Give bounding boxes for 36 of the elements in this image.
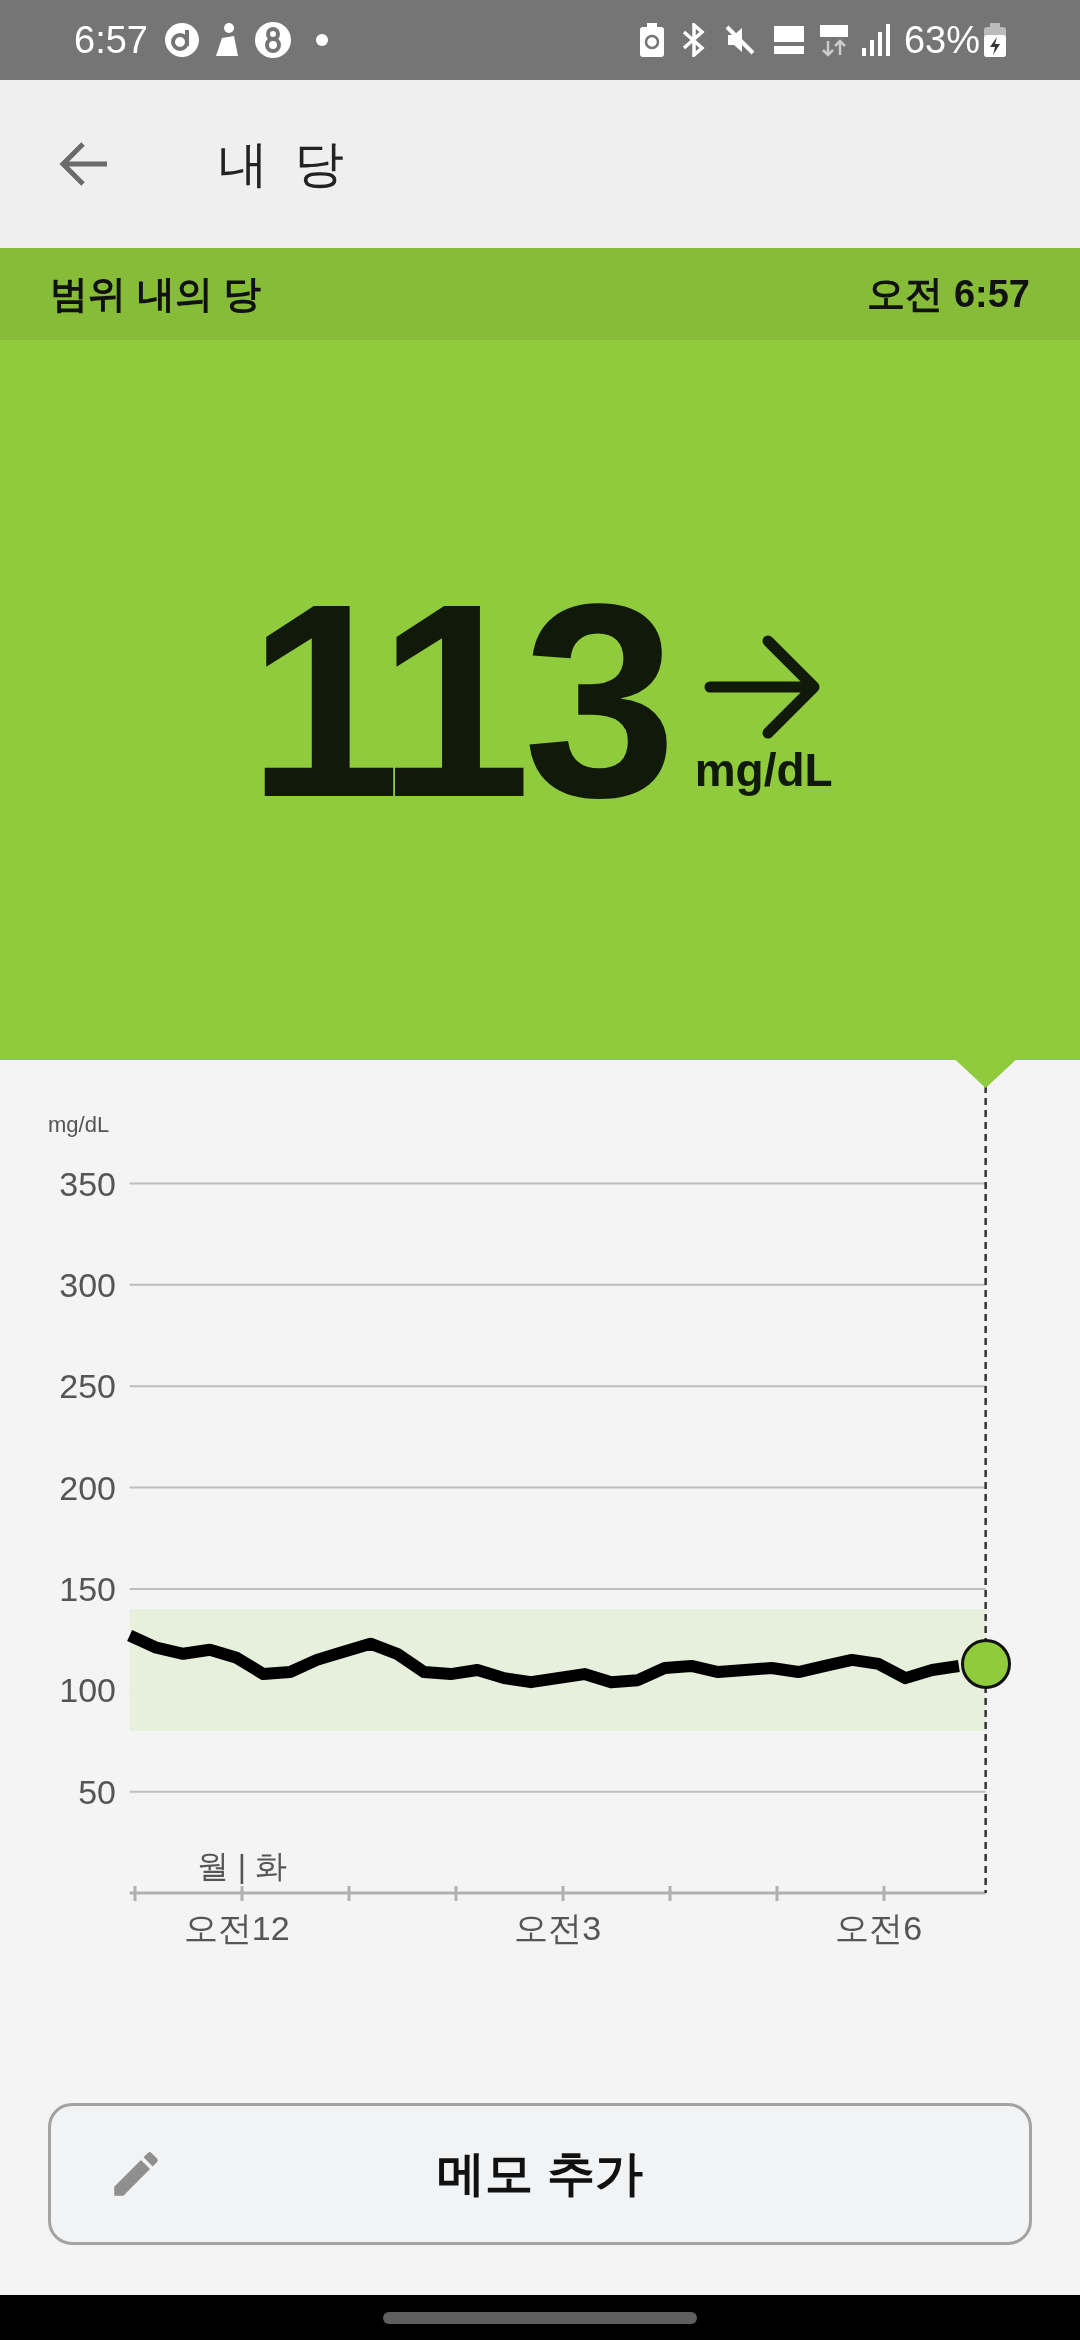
axis-tick-label: 50 <box>78 1772 116 1811</box>
axis-tick-label: 150 <box>59 1569 116 1608</box>
axis-tick <box>347 1886 351 1901</box>
mute-icon <box>723 24 756 56</box>
axis-tick-label: 오전3 <box>514 1909 602 1947</box>
range-status-label: 범위 내의 당 <box>50 271 262 317</box>
page-title: 내 당 <box>218 134 350 194</box>
home-handle[interactable] <box>383 2311 697 2324</box>
axis-tick-label: 오전12 <box>183 1909 290 1947</box>
axis-tick-label: 350 <box>59 1164 116 1203</box>
axis-tick-label: 250 <box>59 1367 116 1406</box>
app-icon <box>163 22 200 58</box>
axis-tick-label: 오전6 <box>835 1909 923 1947</box>
signal-icon <box>861 24 892 56</box>
axis-tick-label: 200 <box>59 1468 116 1507</box>
battery-saver-icon <box>639 23 664 57</box>
axis-tick <box>882 1886 886 1901</box>
reading-time: 오전 6:57 <box>867 271 1030 317</box>
axis-tick <box>454 1886 458 1901</box>
add-memo-button[interactable]: 메모 추가 <box>48 2103 1032 2245</box>
battery-charging-icon <box>984 23 1006 57</box>
app-icon <box>253 21 292 59</box>
day-label: 월 | 화 <box>196 1848 288 1884</box>
battery-percent: 63% <box>903 17 980 63</box>
axis-tick <box>775 1886 779 1901</box>
axis-unit-label: mg/dL <box>48 1112 110 1137</box>
axis-tick-label: 300 <box>59 1265 116 1304</box>
back-arrow-icon <box>59 142 109 186</box>
dot-icon <box>315 34 328 46</box>
axis-tick <box>240 1886 244 1901</box>
status-time: 6:57 <box>74 17 148 63</box>
glucose-value: 113 <box>247 562 669 838</box>
axis-tick-label: 100 <box>59 1671 116 1710</box>
axis-tick <box>561 1886 565 1901</box>
axis-tick <box>133 1886 137 1901</box>
axis-tick <box>668 1886 672 1901</box>
